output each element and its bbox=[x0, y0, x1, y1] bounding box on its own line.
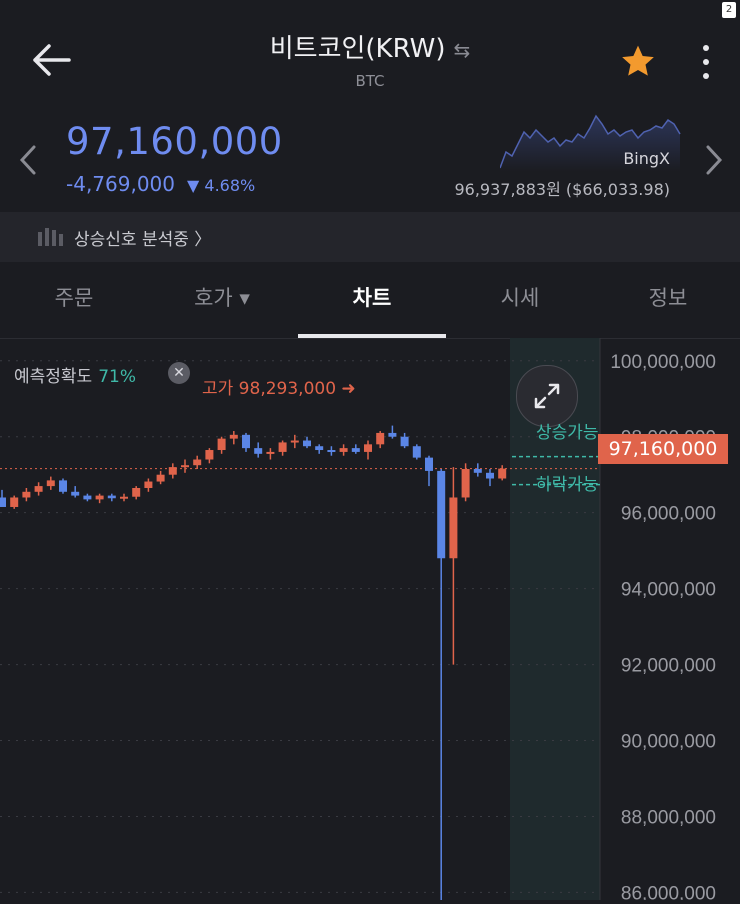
tab-orderbook[interactable]: 호가 ▾ bbox=[148, 282, 296, 312]
candle-body bbox=[303, 440, 311, 447]
current-price-tag: 97,160,000 bbox=[598, 434, 728, 464]
candlestick-chart[interactable]: 100,000,00098,000,00096,000,00094,000,00… bbox=[0, 338, 740, 904]
candle-body bbox=[95, 495, 104, 500]
ref-exchange-name: BingX bbox=[623, 149, 670, 168]
candle-body bbox=[498, 468, 507, 479]
candle-body bbox=[156, 474, 165, 482]
candle-body bbox=[193, 459, 202, 466]
candle-body bbox=[290, 440, 299, 443]
candle-body bbox=[217, 438, 226, 451]
prediction-accuracy: 예측정확도 71% bbox=[14, 362, 136, 387]
candle-body bbox=[242, 434, 250, 449]
candle-body bbox=[83, 495, 92, 500]
swap-icon[interactable]: ⇆ bbox=[453, 38, 470, 62]
candle-body bbox=[376, 432, 385, 445]
candle-body bbox=[34, 486, 43, 492]
signal-text[interactable]: 상승신호 분석중 〉 bbox=[74, 225, 211, 250]
chevron-right-icon bbox=[706, 145, 723, 175]
y-tick-label: 94,000,000 bbox=[621, 580, 716, 601]
candle-body bbox=[205, 450, 214, 460]
candle-body bbox=[400, 436, 409, 447]
candle-body bbox=[229, 434, 238, 439]
candle-body bbox=[486, 472, 494, 479]
y-tick-label: 92,000,000 bbox=[621, 656, 716, 677]
candle-body bbox=[327, 450, 336, 453]
candle-body bbox=[364, 444, 372, 452]
candle-body bbox=[132, 487, 141, 497]
change-amount: -4,769,000 bbox=[66, 172, 176, 196]
favorite-button[interactable] bbox=[616, 40, 660, 84]
candle-body bbox=[0, 497, 6, 507]
more-vertical-icon bbox=[703, 45, 709, 79]
next-coin-button[interactable] bbox=[700, 140, 728, 180]
chevron-left-icon bbox=[19, 145, 36, 175]
change-percent: ▼ 4.68% bbox=[187, 176, 256, 195]
candle-body bbox=[59, 480, 67, 492]
candle-body bbox=[461, 469, 470, 498]
candle-body bbox=[351, 448, 360, 452]
tab-info[interactable]: 정보 bbox=[594, 282, 740, 312]
upside-prediction-label: 상승가능 bbox=[536, 423, 599, 443]
candle-body bbox=[71, 491, 80, 496]
candle-body bbox=[425, 457, 433, 471]
downside-prediction-label: 하락가능 bbox=[536, 475, 599, 495]
candle-body bbox=[107, 495, 116, 499]
candle-body bbox=[22, 491, 31, 498]
candle-body bbox=[278, 442, 287, 452]
star-icon bbox=[622, 45, 654, 76]
candle-body bbox=[254, 448, 263, 454]
candle-body bbox=[144, 481, 153, 488]
accuracy-label: 예측정확도 bbox=[14, 367, 93, 387]
ref-exchange-price: 96,937,883원 ($66,033.98) bbox=[454, 180, 670, 199]
candle-body bbox=[46, 480, 55, 487]
close-accuracy-icon[interactable]: ✕ bbox=[168, 362, 190, 384]
more-button[interactable] bbox=[692, 40, 720, 84]
y-tick-label: 90,000,000 bbox=[621, 732, 716, 753]
chart-canvas[interactable]: 100,000,00098,000,00096,000,00094,000,00… bbox=[0, 338, 740, 904]
candle-body bbox=[181, 465, 189, 468]
y-tick-label: 88,000,000 bbox=[621, 807, 716, 828]
prev-coin-button[interactable] bbox=[14, 140, 42, 180]
signal-bars-icon bbox=[38, 228, 64, 250]
candle-body bbox=[315, 446, 324, 451]
tab-order[interactable]: 주문 bbox=[0, 282, 148, 312]
price-change: -4,769,000 ▼ 4.68% bbox=[66, 172, 261, 196]
coin-title: 비트코인(KRW) bbox=[269, 34, 446, 64]
high-price-label: 고가 98,293,000 ➜ bbox=[202, 379, 356, 399]
candle-body bbox=[339, 448, 348, 452]
y-tick-label: 86,000,000 bbox=[621, 883, 716, 900]
expand-icon bbox=[534, 383, 560, 409]
page-badge: 2 bbox=[722, 2, 736, 18]
candle-body bbox=[412, 446, 421, 458]
candle-body bbox=[388, 432, 397, 437]
tab-quotes[interactable]: 시세 bbox=[446, 282, 594, 312]
candle-body bbox=[473, 469, 482, 473]
y-tick-label: 96,000,000 bbox=[621, 504, 716, 525]
accuracy-value: 71% bbox=[98, 367, 136, 387]
candle-body bbox=[120, 496, 128, 499]
current-price: 97,160,000 bbox=[66, 120, 283, 163]
tab-bar: 주문 호가 ▾ 차트 시세 정보 bbox=[0, 262, 740, 339]
tab-chart[interactable]: 차트 bbox=[298, 282, 446, 312]
candle-body bbox=[437, 470, 446, 559]
candle-body bbox=[449, 497, 458, 559]
y-tick-label: 100,000,000 bbox=[610, 352, 716, 373]
candle-body bbox=[10, 497, 19, 507]
candle-body bbox=[168, 467, 177, 475]
candle-body bbox=[266, 451, 275, 454]
